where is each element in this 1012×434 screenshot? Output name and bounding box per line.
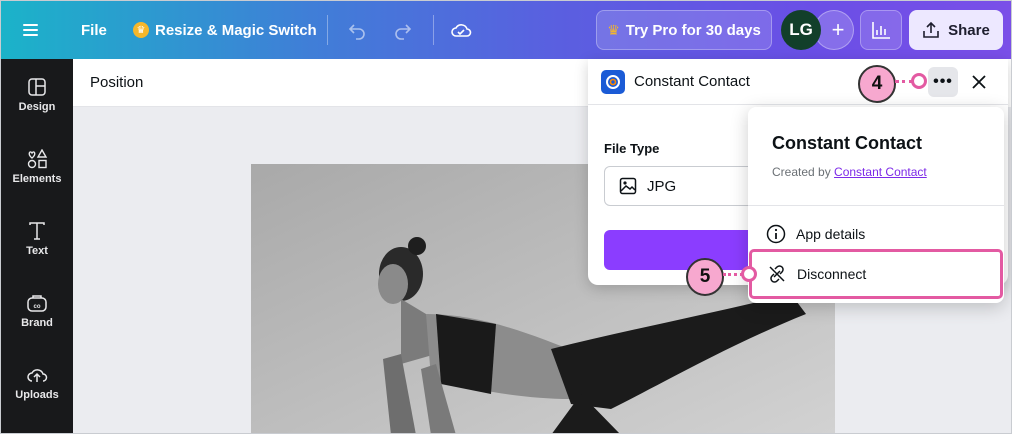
left-sidebar: Design Elements Text co Brand Uploads [1,59,73,433]
disconnect-menu-item[interactable]: Disconnect [749,249,1003,299]
close-icon [972,75,986,89]
insights-button[interactable] [860,10,902,50]
menu-icon[interactable] [23,1,53,59]
sidebar-item-design[interactable]: Design [1,77,73,113]
menu-divider [748,205,1004,206]
position-button[interactable]: Position [90,74,143,91]
sidebar-item-label: Text [26,245,48,257]
menu-item-label: Disconnect [797,266,867,282]
top-toolbar: File ♛ Resize & Magic Switch ♛ Try Pro f… [1,1,1011,59]
cloud-saved-icon[interactable] [445,14,477,46]
step-4-callout: 4 [858,65,896,103]
app-options-menu: Constant Contact Created by Constant Con… [748,107,1004,303]
toolbar-divider [433,15,434,45]
upload-icon [923,21,939,38]
design-icon [28,78,46,96]
constant-contact-logo-icon [601,70,625,94]
app-panel-header: Constant Contact ••• [588,59,1008,105]
resize-label: Resize & Magic Switch [155,21,317,39]
sidebar-item-label: Uploads [15,389,59,401]
resize-button[interactable]: ♛ Resize & Magic Switch [133,1,317,59]
created-by-prefix: Created by [772,165,831,179]
try-pro-label: Try Pro for 30 days [625,21,761,39]
app-details-menu-item[interactable]: App details [748,215,1004,253]
sidebar-item-label: Elements [12,173,62,185]
crown-icon: ♛ [133,22,149,38]
sidebar-item-label: Design [18,101,56,113]
share-button[interactable]: Share [909,10,1003,50]
menu-title: Constant Contact [772,133,922,153]
sidebar-item-uploads[interactable]: Uploads [1,365,73,401]
callout-connector [723,273,743,276]
elements-icon [27,149,48,169]
toolbar-divider [327,15,328,45]
sidebar-item-label: Brand [21,317,53,329]
file-type-value: JPG [647,177,677,195]
avatar[interactable]: LG [781,10,821,50]
more-options-button[interactable]: ••• [928,67,958,97]
share-label: Share [948,21,990,39]
try-pro-button[interactable]: ♛ Try Pro for 30 days [596,10,772,50]
undo-icon[interactable] [341,14,373,46]
plus-icon: + [831,17,845,42]
image-icon [619,177,637,195]
callout-pointer-dot [741,266,757,282]
app-panel-title: Constant Contact [634,73,750,90]
more-icon: ••• [933,73,953,90]
uploads-icon [27,369,48,382]
crown-icon: ♛ [607,21,620,38]
sidebar-item-text[interactable]: Text [1,221,73,257]
info-icon [766,224,786,244]
unlink-icon [769,265,785,283]
brand-icon: co [27,295,47,312]
svg-text:co: co [33,304,40,310]
file-menu[interactable]: File [81,1,107,59]
created-by-link[interactable]: Constant Contact [834,165,927,179]
created-by-text: Created by Constant Contact [772,165,927,179]
step-5-callout: 5 [686,258,724,296]
editor-window: File ♛ Resize & Magic Switch ♛ Try Pro f… [0,0,1012,434]
sidebar-item-brand[interactable]: co Brand [1,293,73,329]
bar-chart-icon [872,22,890,39]
text-icon [29,222,45,240]
sidebar-item-elements[interactable]: Elements [1,149,73,185]
callout-pointer-dot [911,73,927,89]
menu-item-label: App details [796,226,866,242]
close-panel-button[interactable] [964,67,994,97]
redo-icon[interactable] [387,14,419,46]
file-type-label: File Type [604,141,660,156]
context-toolbar: Position [73,59,588,107]
